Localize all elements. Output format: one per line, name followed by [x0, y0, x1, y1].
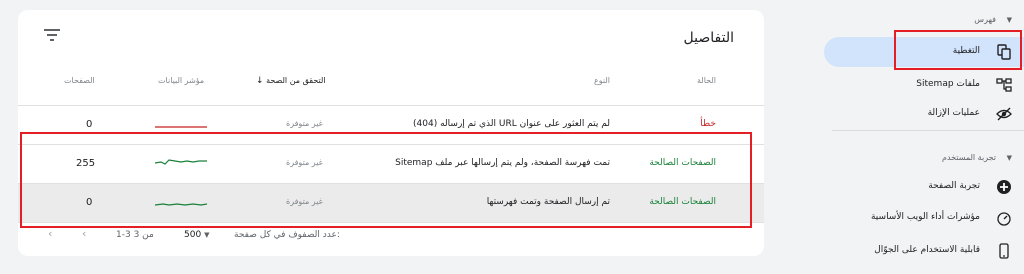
column-header-type[interactable]: النوع [594, 76, 610, 85]
sidebar-item-label: مؤشرات أداء الويب الأساسية [870, 212, 980, 222]
column-header-pages[interactable]: الصفحات [64, 76, 95, 85]
page-experience-icon [997, 180, 1011, 194]
removals-icon [996, 107, 1012, 121]
column-header-validation-label: التحقق من الصحة [266, 76, 326, 85]
sidebar-item-removals[interactable]: عمليات الإزالة [822, 99, 1024, 129]
trend-sparkline [155, 126, 207, 128]
pagination-range: 1-3 من 3 [116, 230, 154, 240]
next-page-icon[interactable]: ‹ [82, 227, 86, 240]
column-header-trend[interactable]: مؤشر البيانات [158, 76, 204, 85]
status-cell: خطأ [700, 119, 716, 129]
mobile-usability-icon [999, 243, 1009, 259]
sidebar-item-core-web-vitals[interactable]: مؤشرات أداء الويب الأساسية [822, 203, 1024, 233]
rows-per-page-select[interactable]: 500 ▼ [184, 230, 213, 240]
highlight-box-valid-rows [20, 132, 752, 228]
sidebar-item-label: ملفات Sitemap [916, 79, 980, 89]
column-header-status[interactable]: الحالة [697, 76, 716, 85]
filter-icon[interactable] [42, 28, 62, 42]
collapse-caret-icon[interactable]: ▼ [1007, 154, 1012, 162]
last-page-icon[interactable]: ‹ [48, 227, 52, 240]
validation-cell: غير متوفرة [286, 119, 323, 128]
core-web-vitals-icon [997, 212, 1011, 226]
details-title: التفاصيل [683, 30, 734, 46]
sidebar-divider [832, 130, 1024, 131]
highlight-box-coverage [894, 30, 1022, 70]
pages-cell: 0 [86, 119, 93, 130]
column-header-validation[interactable]: ↓ التحقق من الصحة [256, 76, 326, 86]
sidebar-item-label: عمليات الإزالة [927, 108, 980, 118]
sitemap-icon [996, 78, 1012, 92]
index-section-header[interactable]: فهرس [974, 15, 996, 24]
type-cell: لم يتم العثور على عنوان URL الذي تم إرسا… [413, 119, 610, 129]
sidebar-item-mobile-usability[interactable]: قابلية الاستخدام على الجوّال [822, 236, 1024, 266]
rows-per-page-label: عدد الصفوف في كل صفحة: [234, 230, 340, 240]
sidebar: ▼ فهرس التغطية ملفات Sitemap عمليات الإز… [772, 0, 1024, 274]
dropdown-caret-icon: ▼ [204, 231, 210, 239]
sidebar-item-sitemaps[interactable]: ملفات Sitemap [822, 70, 1024, 100]
experience-section-header[interactable]: تجربة المستخدم [942, 153, 996, 162]
collapse-caret-icon[interactable]: ▼ [1007, 16, 1012, 24]
rows-per-page-value: 500 [184, 230, 202, 240]
sort-arrow-down-icon: ↓ [256, 76, 264, 86]
sidebar-item-label: قابلية الاستخدام على الجوّال [874, 245, 980, 255]
sidebar-item-label: تجربة الصفحة [928, 181, 980, 191]
sidebar-item-page-experience[interactable]: تجربة الصفحة [822, 172, 1024, 202]
